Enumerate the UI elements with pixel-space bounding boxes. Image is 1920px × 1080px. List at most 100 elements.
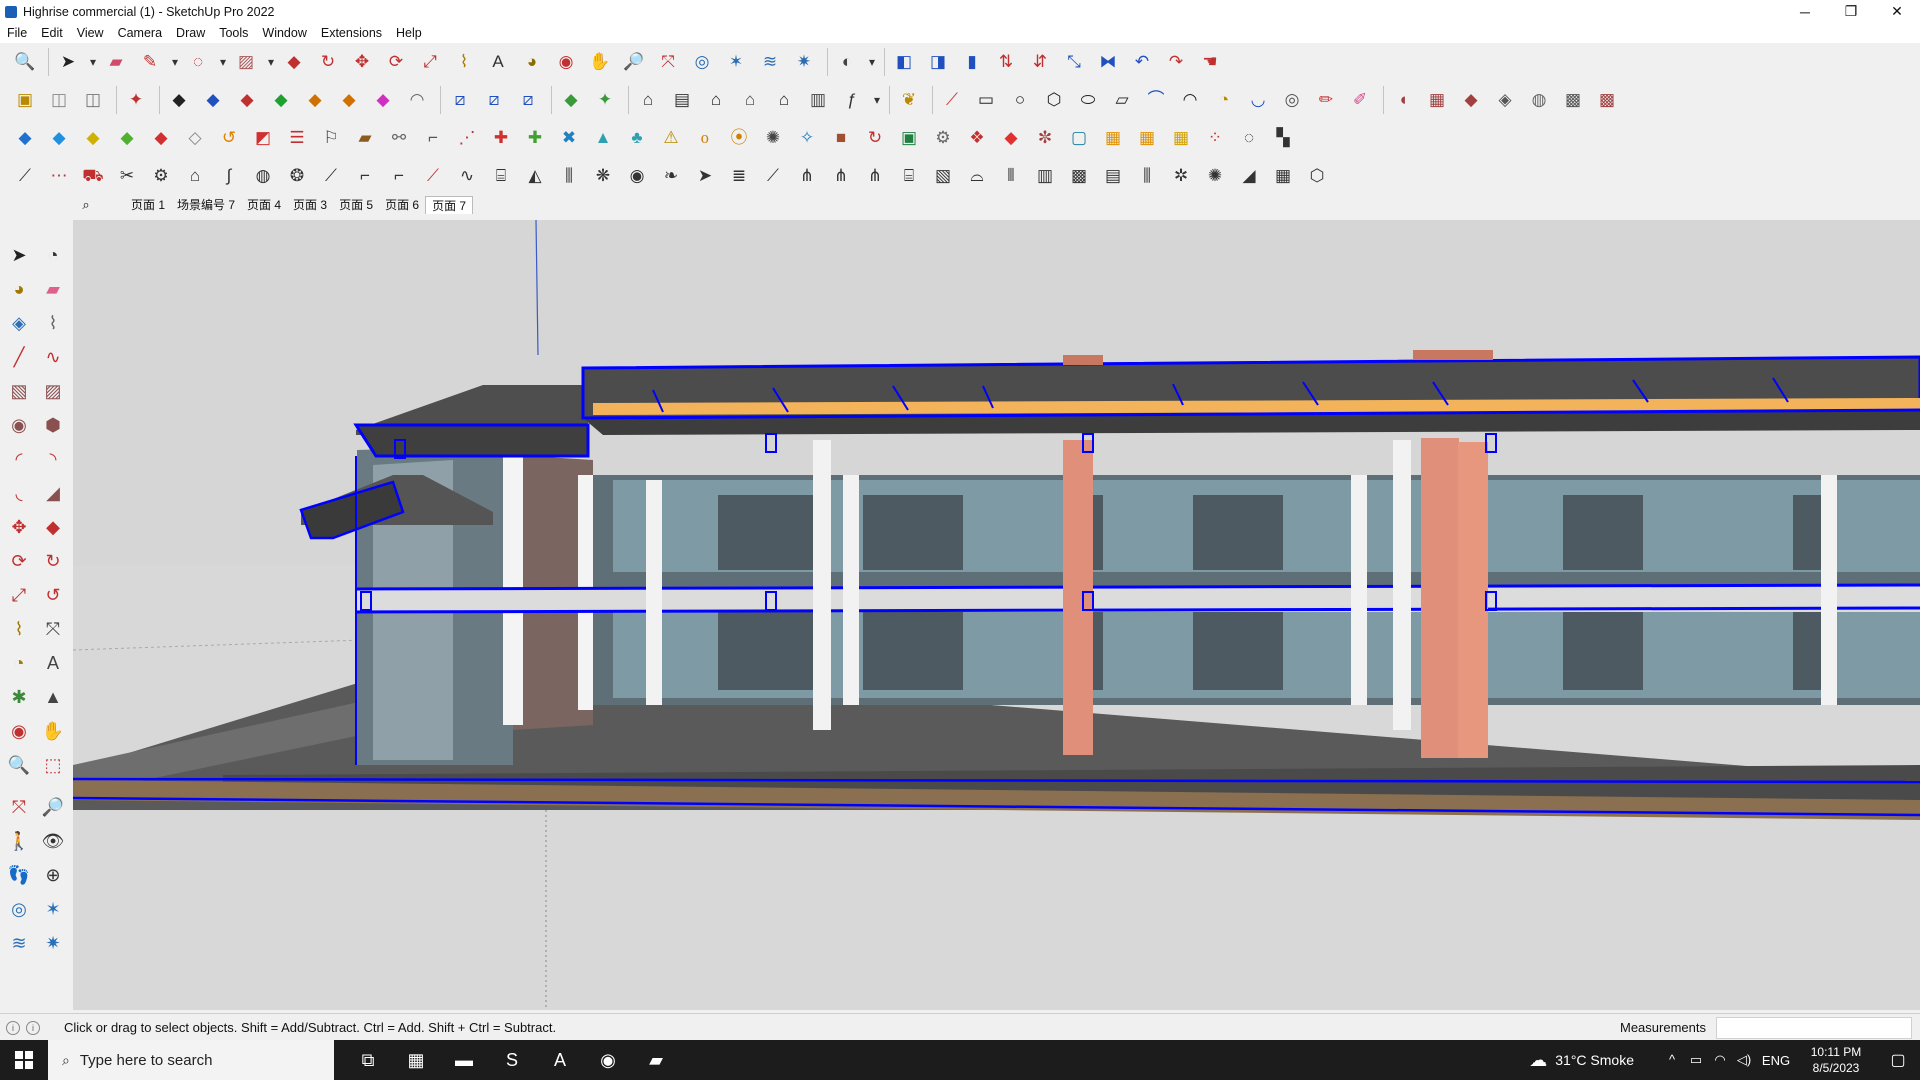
leaf-outline-icon[interactable]: ❧	[656, 161, 686, 191]
scene-tab-7[interactable]: 页面 7	[425, 196, 474, 214]
followme-left-icon[interactable]: ↻	[38, 546, 68, 576]
close-button[interactable]: ✕	[1874, 0, 1920, 23]
spiral-2-icon[interactable]: ⦿	[724, 123, 754, 153]
warning-icon[interactable]: ⚠	[656, 123, 686, 153]
zoom-tool-icon[interactable]: 🔎	[619, 47, 649, 77]
arc-icon[interactable]: ⌒	[1141, 85, 1171, 115]
extrude-blue-icon[interactable]: ◆	[198, 85, 228, 115]
rotate-red-icon[interactable]: ↻	[860, 123, 890, 153]
extrude-green-icon[interactable]: ◆	[266, 85, 296, 115]
slope-icon[interactable]: ◢	[1234, 161, 1264, 191]
arch-icon[interactable]: ⌓	[962, 161, 992, 191]
tape-measure-icon[interactable]: ⌇	[449, 47, 479, 77]
geo-location-icon[interactable]: i	[6, 1020, 20, 1035]
spiral-3-icon[interactable]: ✺	[758, 123, 788, 153]
arc-2-left-icon[interactable]: ◝	[38, 444, 68, 474]
hook-icon[interactable]: ⌐	[418, 123, 448, 153]
gear-outline-icon[interactable]: ⚙	[146, 161, 176, 191]
zoom-prev-left-icon[interactable]: 🔎	[38, 792, 68, 822]
section-plane-icon[interactable]: ◧	[889, 47, 919, 77]
pushpull-left-icon[interactable]: ◆	[38, 512, 68, 542]
nodes-icon[interactable]: ⚙	[928, 123, 958, 153]
minimize-button[interactable]: ─	[1782, 0, 1828, 23]
grid-orange-icon[interactable]: ▦	[1098, 123, 1128, 153]
branch-2-icon[interactable]: ⋔	[826, 161, 856, 191]
house-icon[interactable]: ⌂	[701, 85, 731, 115]
pan-left-icon[interactable]: ✋	[38, 716, 68, 746]
building-green-icon[interactable]: ▣	[894, 123, 924, 153]
eraser-icon[interactable]: ▰	[101, 47, 131, 77]
arc-left-icon[interactable]: ◜	[4, 444, 34, 474]
account-icon[interactable]: ◐	[832, 47, 862, 77]
axes-left-icon[interactable]: ✱	[4, 682, 34, 712]
extension-icon[interactable]: ✶	[721, 47, 751, 77]
circle-arc-icon[interactable]: ◠	[1175, 85, 1205, 115]
cross-red-icon[interactable]: ✚	[486, 123, 516, 153]
eraser-pink-icon[interactable]: ✐	[1345, 85, 1375, 115]
edge-icon[interactable]: ◉	[584, 1040, 632, 1080]
polygon-icon[interactable]: ⬡	[1039, 85, 1069, 115]
pan-icon[interactable]: ✋	[585, 47, 615, 77]
flag-icon[interactable]: ⚐	[316, 123, 346, 153]
extrude-x-icon[interactable]: ◆	[334, 85, 364, 115]
scene-tab-4[interactable]: 页面 3	[287, 196, 333, 214]
menu-edit[interactable]: Edit	[34, 26, 70, 40]
qr-icon[interactable]: ▚	[1268, 123, 1298, 153]
corner-2-icon[interactable]: ⌐	[384, 161, 414, 191]
warehouse-icon[interactable]: ◎	[687, 47, 717, 77]
round-icon[interactable]: ◉	[622, 161, 652, 191]
menu-window[interactable]: Window	[255, 26, 313, 40]
extrude-pink-icon[interactable]: ◆	[368, 85, 398, 115]
dropdown-icon[interactable]: ▾	[866, 47, 878, 77]
look-around-left-icon[interactable]: 👁	[38, 826, 68, 856]
layer-green-icon[interactable]: ◆	[112, 123, 142, 153]
menu-file[interactable]: File	[0, 26, 34, 40]
eraser-left-icon[interactable]: ▰	[38, 274, 68, 304]
volume-icon[interactable]: ◁)	[1732, 1052, 1756, 1068]
wheel-2-icon[interactable]: ✺	[1200, 161, 1230, 191]
texture-red-icon[interactable]: ▩	[1592, 85, 1622, 115]
redo-icon[interactable]: ↷	[1161, 47, 1191, 77]
plane-green-icon[interactable]: ◆	[556, 85, 586, 115]
rotate-icon[interactable]: ⟳	[381, 47, 411, 77]
slash-3-icon[interactable]: ⧄	[513, 85, 543, 115]
component-left-icon[interactable]: ◈	[4, 308, 34, 338]
task-view-icon[interactable]: ⧉	[344, 1040, 392, 1080]
sandbox-icon[interactable]: ⧓	[1093, 47, 1123, 77]
layers-left-icon[interactable]: ≋	[4, 928, 34, 958]
grid-black-icon[interactable]: ▦	[1268, 161, 1298, 191]
dropdown-icon[interactable]: ▾	[87, 47, 99, 77]
star-move-icon[interactable]: ✧	[792, 123, 822, 153]
credits-icon[interactable]: i	[26, 1020, 40, 1035]
square-red-icon[interactable]: ◩	[248, 123, 278, 153]
3dtext-left-icon[interactable]: ▲	[38, 682, 68, 712]
dotted-path-icon[interactable]: ⋰	[452, 123, 482, 153]
stack-icon[interactable]: ☰	[282, 123, 312, 153]
section-fill-icon[interactable]: ◨	[923, 47, 953, 77]
dropdown-icon[interactable]: ▾	[265, 47, 277, 77]
scale-left-icon[interactable]: ⤢	[4, 580, 34, 610]
curve-icon[interactable]: ◠	[402, 85, 432, 115]
grid-icon[interactable]: ▦	[1422, 85, 1452, 115]
rotate-left-icon[interactable]: ⟳	[4, 546, 34, 576]
parallelogram-icon[interactable]: ▱	[1107, 85, 1137, 115]
steps-icon[interactable]: ≣	[724, 161, 754, 191]
zoom-extents-left-icon[interactable]: ⤧	[4, 792, 34, 822]
scene-tab-1[interactable]: 页面 1	[125, 196, 171, 214]
cross-green-icon[interactable]: ✚	[520, 123, 550, 153]
scene-tab-3[interactable]: 页面 4	[241, 196, 287, 214]
hatch-2-icon[interactable]: ▤	[1098, 161, 1128, 191]
loop-icon[interactable]: ◡	[1243, 85, 1273, 115]
follow-me-icon[interactable]: ↻	[313, 47, 343, 77]
home-outline-icon[interactable]: ⌂	[769, 85, 799, 115]
slope-red-icon[interactable]: ⟋	[418, 161, 448, 191]
plane-star-icon[interactable]: ✦	[590, 85, 620, 115]
notification-icon[interactable]: ▢	[1876, 1050, 1920, 1070]
offset-left-icon[interactable]: ↺	[38, 580, 68, 610]
sphere-icon[interactable]: ◍	[248, 161, 278, 191]
styles-left-icon[interactable]: ✷	[38, 928, 68, 958]
scene-search-icon[interactable]: ⌕	[75, 197, 97, 213]
solid-subtract-icon[interactable]: ⇵	[1025, 47, 1055, 77]
rectangle-icon[interactable]: ▨	[231, 47, 261, 77]
stair-icon[interactable]: ⟋	[316, 161, 346, 191]
